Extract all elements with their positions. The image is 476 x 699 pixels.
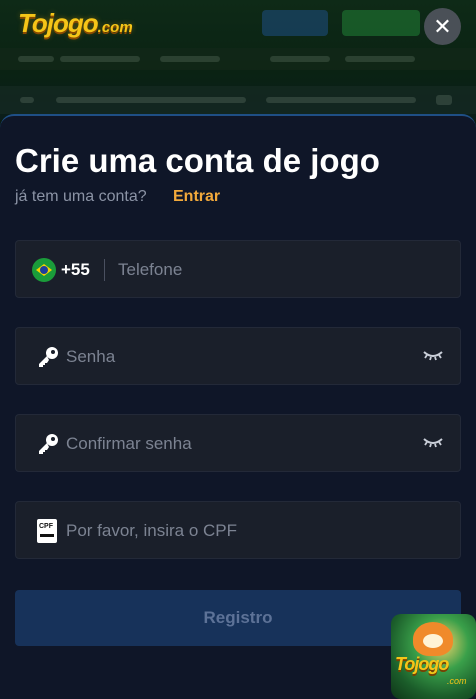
login-prompt-text: já tem uma conta? <box>15 188 147 205</box>
password-field[interactable]: Senha <box>15 327 461 385</box>
cpf-placeholder: Por favor, insira o CPF <box>66 521 238 540</box>
confirm-password-field[interactable]: Confirmar senha <box>15 414 461 472</box>
site-logo[interactable]: Tojogo.com <box>18 8 133 39</box>
signup-modal: Crie uma conta de jogo já tem uma conta?… <box>0 114 476 699</box>
background-nav-strip <box>0 48 476 70</box>
password-placeholder: Senha <box>66 347 116 366</box>
eye-closed-icon[interactable] <box>422 349 444 363</box>
key-icon <box>39 347 58 367</box>
close-button[interactable]: ✕ <box>424 8 461 45</box>
background-header: Tojogo.com <box>0 0 476 120</box>
login-link[interactable]: Entrar <box>173 188 220 206</box>
close-icon: ✕ <box>433 14 452 39</box>
background-register-button <box>342 10 420 36</box>
cpf-card-icon: CPF <box>37 519 57 543</box>
field-divider <box>104 259 105 281</box>
promo-logo: Tojogo <box>395 654 449 674</box>
key-icon <box>39 434 58 454</box>
phone-placeholder: Telefone <box>118 260 183 279</box>
promo-logo-suffix: .com <box>447 676 467 686</box>
brazil-flag-icon[interactable] <box>32 258 56 282</box>
phone-field[interactable]: +55 Telefone <box>15 240 461 298</box>
logo-text: Tojogo <box>18 8 99 38</box>
modal-title: Crie uma conta de jogo <box>15 142 380 179</box>
eye-closed-icon[interactable] <box>422 436 444 450</box>
cpf-field[interactable]: CPF Por favor, insira o CPF <box>15 501 461 559</box>
logo-suffix: .com <box>97 19 133 36</box>
tiger-mascot-icon <box>413 622 453 656</box>
background-login-button <box>262 10 328 36</box>
background-announcement-bar <box>0 86 476 114</box>
promo-floating-badge[interactable]: Tojogo .com <box>391 614 476 699</box>
confirm-password-placeholder: Confirmar senha <box>66 434 192 453</box>
country-code[interactable]: +55 <box>61 260 90 280</box>
cpf-icon-label: CPF <box>39 523 53 530</box>
